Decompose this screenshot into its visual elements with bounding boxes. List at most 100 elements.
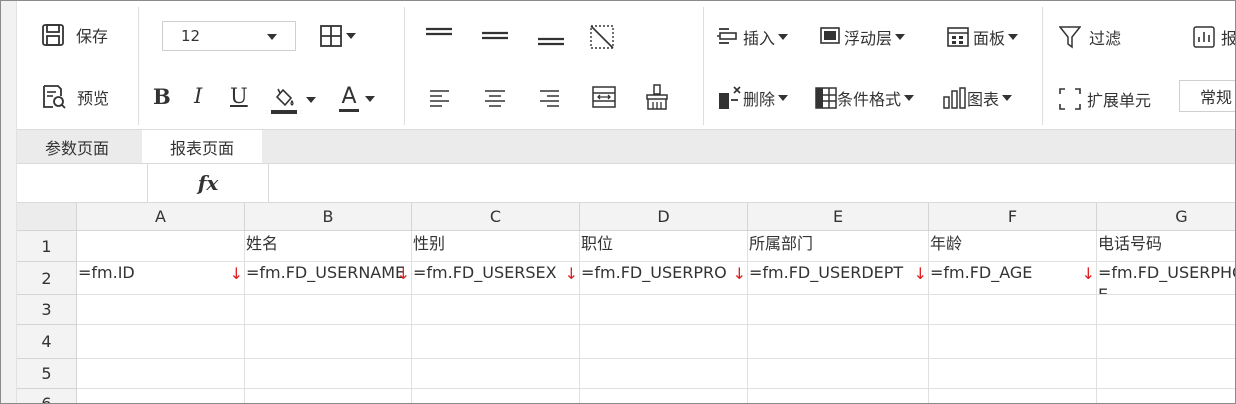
cell-f3[interactable] [929,295,1097,325]
cell-b1[interactable]: 姓名 [245,231,412,262]
cell-e6[interactable] [748,389,929,403]
preview-button[interactable]: 预览 [41,84,109,110]
cell-a6[interactable] [77,389,245,403]
tab-report-page[interactable]: 报表页面 [142,130,262,163]
column-header-a[interactable]: A [77,203,245,231]
expand-cell-button[interactable]: 扩展单元 [1059,87,1151,111]
cell-d5[interactable] [580,359,748,389]
number-format-select[interactable]: 常规 [1179,80,1235,112]
fx-icon[interactable]: fx [148,164,269,202]
tab-parameter-page[interactable]: 参数页面 [17,130,137,163]
cell-a1[interactable] [77,231,245,262]
underline-button[interactable]: U [230,84,248,108]
report-button[interactable]: 报 [1193,25,1235,49]
toolbar-divider [138,7,139,125]
column-header-g[interactable]: G [1097,203,1235,231]
border-grid-icon [319,24,343,48]
row-header-5[interactable]: 5 [17,359,77,389]
merge-cells-button[interactable] [591,85,617,109]
cell-text: 性别 [413,234,446,253]
cell-reference-box[interactable] [17,164,148,202]
cell-g4[interactable] [1097,325,1235,359]
row-header-2[interactable]: 2 [17,262,77,295]
cell-g6[interactable] [1097,389,1235,403]
cell-b5[interactable] [245,359,412,389]
column-header-e[interactable]: E [748,203,929,231]
bar-chart-icon [943,87,967,109]
select-all-corner[interactable] [17,203,77,231]
cell-d3[interactable] [580,295,748,325]
cell-text: =fm.FD_USERPHONE [1098,263,1235,295]
cell-f5[interactable] [929,359,1097,389]
clear-border-button[interactable] [589,24,615,50]
column-header-c[interactable]: C [412,203,580,231]
cell-d6[interactable] [580,389,748,403]
cell-f2[interactable]: =fm.FD_AGE ↓ [929,262,1097,295]
cell-b4[interactable] [245,325,412,359]
insert-menu[interactable]: 插入 [717,25,789,49]
chart-menu[interactable]: 图表 [943,86,1013,110]
cell-f6[interactable] [929,389,1097,403]
cell-e4[interactable] [748,325,929,359]
valign-middle-button[interactable] [481,23,509,49]
toolbar-divider [404,7,405,125]
save-button[interactable]: 保存 [41,23,108,47]
row-header-4[interactable]: 4 [17,325,77,359]
cell-b6[interactable] [245,389,412,403]
clear-format-button[interactable] [643,83,671,111]
cell-e3[interactable] [748,295,929,325]
row-header-1[interactable]: 1 [17,231,77,262]
fill-color-button[interactable] [270,85,316,115]
cell-e1[interactable]: 所属部门 [748,231,929,262]
cell-c4[interactable] [412,325,580,359]
font-color-button[interactable]: A [339,85,375,112]
cell-d1[interactable]: 职位 [580,231,748,262]
panel-icon [947,26,969,48]
cell-e5[interactable] [748,359,929,389]
report-designer-window: 保存 预览 12 B I U A 插入 删除 浮动层 条件格式 面板 图表 过滤… [0,0,1236,404]
bold-button[interactable]: B [153,84,171,109]
float-layer-menu[interactable]: 浮动层 [820,25,906,49]
row-header-3[interactable]: 3 [17,295,77,325]
row-header-6[interactable]: 6 [17,389,77,403]
cell-a5[interactable] [77,359,245,389]
cell-b3[interactable] [245,295,412,325]
cell-f1[interactable]: 年龄 [929,231,1097,262]
chevron-down-icon [778,95,789,101]
cell-a4[interactable] [77,325,245,359]
column-header-d[interactable]: D [580,203,748,231]
cell-a3[interactable] [77,295,245,325]
italic-button[interactable]: I [194,84,202,108]
cell-d4[interactable] [580,325,748,359]
formula-input[interactable] [269,164,1235,202]
cell-g2[interactable]: =fm.FD_USERPHONE↓ [1097,262,1235,295]
border-button[interactable] [319,24,356,48]
font-size-select[interactable]: 12 [162,21,296,51]
insert-row-icon [717,25,743,49]
panel-menu[interactable]: 面板 [947,25,1019,49]
cell-c5[interactable] [412,359,580,389]
align-left-button[interactable] [429,87,451,109]
cell-c2[interactable]: =fm.FD_USERSEX ↓ [412,262,580,295]
conditional-format-menu[interactable]: 条件格式 [815,86,915,110]
delete-menu[interactable]: 删除 [717,85,789,111]
cell-g5[interactable] [1097,359,1235,389]
cell-c3[interactable] [412,295,580,325]
cell-g1[interactable]: 电话号码 [1097,231,1235,262]
filter-button[interactable]: 过滤 [1059,25,1121,49]
cell-b2[interactable]: =fm.FD_USERNAME ↓ [245,262,412,295]
cell-c1[interactable]: 性别 [412,231,580,262]
column-header-b[interactable]: B [245,203,412,231]
cell-e2[interactable]: =fm.FD_USERDEPT ↓ [748,262,929,295]
valign-top-button[interactable] [425,23,453,49]
cell-a2[interactable]: =fm.ID ↓ [77,262,245,295]
align-right-button[interactable] [538,87,560,109]
cell-g3[interactable] [1097,295,1235,325]
cell-c6[interactable] [412,389,580,403]
cell-f4[interactable] [929,325,1097,359]
column-header-f[interactable]: F [929,203,1097,231]
valign-bottom-button[interactable] [537,23,565,49]
report-icon [1193,26,1215,48]
cell-d2[interactable]: =fm.FD_USERPRO ↓ [580,262,748,295]
align-center-button[interactable] [484,87,506,109]
